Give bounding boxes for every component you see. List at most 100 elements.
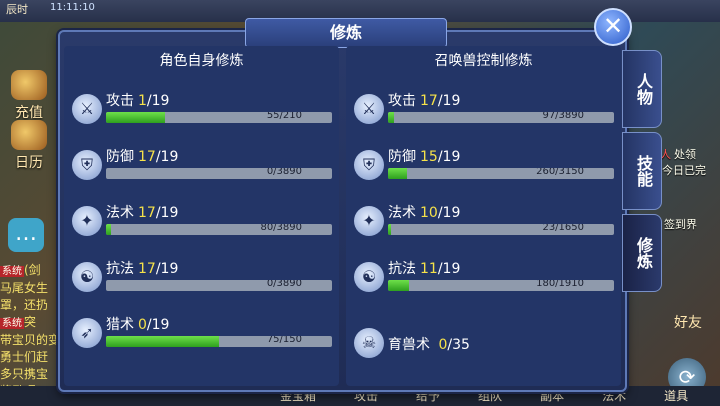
skill-max-level: /19 xyxy=(437,149,461,165)
beast-raising-max: /35 xyxy=(447,337,470,353)
right-hud: 人 处领 今日已完 签到界 xyxy=(660,20,720,406)
skill-max-level: /19 xyxy=(437,205,461,221)
skill-level: 17 xyxy=(420,93,438,109)
chat-text: 勇士们赶 xyxy=(0,350,49,364)
cultivation-row: ⚔ 攻击 1/19 55/210 xyxy=(64,90,339,146)
skill-label: 猎术 0/19 xyxy=(106,314,169,334)
skill-max-level: /19 xyxy=(155,205,179,221)
chat-text: (剑 xyxy=(24,263,41,277)
cultivation-row: ☯ 抗法 11/19 180/1910 xyxy=(346,258,621,314)
bottom-menu-item[interactable]: 道具 xyxy=(664,386,688,406)
skill-level: 17 xyxy=(138,149,156,165)
recharge-button[interactable]: 充值 xyxy=(6,70,52,122)
cultivation-row: ✦ 法术 10/19 23/1650 xyxy=(346,202,621,258)
skill-name: 攻击 xyxy=(106,93,134,109)
skill-label: 法术 17/19 xyxy=(106,202,178,222)
skill-label: 抗法 11/19 xyxy=(388,258,460,278)
calendar-label: 日历 xyxy=(15,155,43,171)
cultivation-row: ⚔ 攻击 17/19 97/3890 xyxy=(346,90,621,146)
chat-log: 系统(剑马尾女生罩，还扔系统突带宝贝的变勇士们赶多只携宝奖励喔 xyxy=(0,262,60,400)
chat-line: 勇士们赶 xyxy=(0,349,60,366)
skill-level: 0 xyxy=(138,317,147,333)
chat-line: 系统突 xyxy=(0,314,60,332)
skill-name: 法术 xyxy=(388,205,416,221)
skill-name: 攻击 xyxy=(388,93,416,109)
chat-line: 多只携宝 xyxy=(0,366,60,383)
chat-icon[interactable]: … xyxy=(8,218,44,252)
skill-level: 1 xyxy=(138,93,147,109)
quest-text-1: 处领 xyxy=(674,148,696,161)
magic-staff-icon: ✦ xyxy=(354,206,384,236)
progress-fill xyxy=(388,224,392,235)
chat-tag: 系统 xyxy=(0,318,24,329)
skill-name: 法术 xyxy=(106,205,134,221)
progress-bar: 180/1910 xyxy=(388,280,614,291)
tab-2[interactable]: 修炼 xyxy=(622,214,662,292)
cultivation-row: ⛨ 防御 15/19 260/3150 xyxy=(346,146,621,202)
time-period-label: 辰时 xyxy=(6,3,28,16)
beast-raising-name: 育兽术 xyxy=(388,337,430,353)
yin-yang-icon: ☯ xyxy=(72,262,102,292)
beast-raising-row: ☠ 育兽术 0/35 xyxy=(346,324,621,380)
progress-text: 80/3890 xyxy=(260,224,302,233)
progress-text: 260/3150 xyxy=(536,168,584,177)
progress-text: 55/210 xyxy=(266,112,302,121)
progress-bar: 0/3890 xyxy=(106,280,332,291)
skill-name: 猎术 xyxy=(106,317,134,333)
skill-level: 17 xyxy=(138,205,156,221)
shield-icon: ⛨ xyxy=(72,150,102,180)
skill-level: 17 xyxy=(138,261,156,277)
skill-max-level: /19 xyxy=(146,317,170,333)
chat-text: 带宝贝的变 xyxy=(0,333,61,347)
chat-text: 突 xyxy=(24,315,37,329)
recharge-icon xyxy=(11,70,47,100)
chat-text: 罩，还扔 xyxy=(0,298,49,312)
calendar-button[interactable]: 日历 xyxy=(6,120,52,172)
cultivation-panel: 修炼 角色自身修炼 ⚔ 攻击 1/19 55/210 ⛨ 防御 17/19 0/3890 ✦ 法术… xyxy=(58,18,627,392)
skill-label: 防御 17/19 xyxy=(106,146,178,166)
skill-max-level: /19 xyxy=(146,93,170,109)
role-cultivation-column: 角色自身修炼 ⚔ 攻击 1/19 55/210 ⛨ 防御 17/19 0/3890 ✦ 法术 17/… xyxy=(64,46,339,386)
skill-name: 防御 xyxy=(388,149,416,165)
tab-0[interactable]: 人物 xyxy=(622,50,662,128)
skill-label: 法术 10/19 xyxy=(388,202,460,222)
progress-fill xyxy=(106,336,219,347)
friends-button[interactable]: 好友 xyxy=(663,312,713,332)
skill-max-level: /19 xyxy=(437,261,461,277)
magic-staff-icon: ✦ xyxy=(72,206,102,236)
chat-text: 马尾女生 xyxy=(0,281,49,295)
quest-text-3: 签到界 xyxy=(664,218,697,231)
quest-text-2: 今日已完 xyxy=(662,164,706,177)
pet-cultivation-header: 召唤兽控制修炼 xyxy=(434,53,533,69)
progress-bar: 80/3890 xyxy=(106,224,332,235)
sword-icon: ⚔ xyxy=(72,94,102,124)
cultivation-row: ✦ 法术 17/19 80/3890 xyxy=(64,202,339,258)
progress-fill xyxy=(388,168,407,179)
progress-text: 180/1910 xyxy=(536,280,584,289)
skill-name: 防御 xyxy=(106,149,134,165)
chat-line: 罩，还扔 xyxy=(0,297,60,314)
progress-text: 97/3890 xyxy=(542,112,584,121)
tab-1[interactable]: 技能 xyxy=(622,132,662,210)
skill-name: 抗法 xyxy=(388,261,416,277)
skill-level: 11 xyxy=(420,261,438,277)
skill-level: 10 xyxy=(420,205,438,221)
beast-raising-label: 育兽术 0/35 xyxy=(388,334,470,354)
cultivation-row: ☯ 抗法 17/19 0/3890 xyxy=(64,258,339,314)
panel-title: 修炼 xyxy=(245,18,447,48)
sword-icon: ⚔ xyxy=(354,94,384,124)
close-button[interactable]: ✕ xyxy=(594,8,632,46)
progress-fill xyxy=(388,112,394,123)
progress-bar: 0/3890 xyxy=(106,168,332,179)
progress-text: 0/3890 xyxy=(266,280,302,289)
shield-icon: ⛨ xyxy=(354,150,384,180)
clock-label: 11:11:10 xyxy=(50,2,95,13)
skill-max-level: /19 xyxy=(155,261,179,277)
skill-max-level: /19 xyxy=(437,93,461,109)
pet-cultivation-column: 召唤兽控制修炼 ⚔ 攻击 17/19 97/3890 ⛨ 防御 15/19 260/3150 ✦… xyxy=(346,46,621,386)
skill-label: 防御 15/19 xyxy=(388,146,460,166)
role-cultivation-header: 角色自身修炼 xyxy=(159,53,244,69)
skill-max-level: /19 xyxy=(155,149,179,165)
progress-fill xyxy=(106,224,111,235)
chat-line: 带宝贝的变 xyxy=(0,332,60,349)
